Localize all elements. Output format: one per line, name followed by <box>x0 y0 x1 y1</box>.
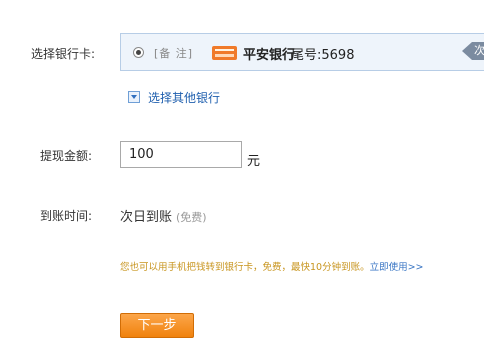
arrival-fee-note: (免费) <box>176 211 207 224</box>
next-tag[interactable]: 次 <box>462 42 484 60</box>
card-tail-number: 5698 <box>321 48 355 63</box>
bank-name: 平安银行 <box>243 48 296 63</box>
arrival-time-value: 次日到账 <box>120 210 173 225</box>
card-tail: 尾号:5698 <box>291 44 354 63</box>
mobile-transfer-tip-text: 您也可以用手机把钱转到银行卡，免费，最快10分钟到账。 <box>120 262 370 273</box>
chevron-down-icon[interactable] <box>128 91 140 103</box>
use-now-link[interactable]: 立即使用>> <box>370 262 424 273</box>
choose-other-bank-link[interactable]: 选择其他银行 <box>128 89 220 105</box>
bank-card-label: 选择银行卡: <box>31 47 96 61</box>
amount-unit: 元 <box>247 154 261 169</box>
amount-label: 提现金额: <box>40 149 93 163</box>
card-remark[interactable]: [备 注] <box>154 45 193 61</box>
bank-card-radio[interactable] <box>133 47 144 58</box>
amount-input[interactable]: 100 <box>120 141 242 168</box>
ping-an-bank-logo-icon <box>212 46 237 60</box>
card-tail-label: 尾号: <box>291 48 322 63</box>
arrival-time-label: 到账时间: <box>40 209 93 223</box>
mobile-transfer-tip: 您也可以用手机把钱转到银行卡，免费，最快10分钟到账。立即使用>> <box>120 259 424 273</box>
next-step-button[interactable]: 下一步 <box>120 313 194 338</box>
choose-other-bank-label[interactable]: 选择其他银行 <box>148 89 220 106</box>
bank-card-option[interactable]: [备 注] 平安银行 尾号:5698 次 <box>120 33 484 71</box>
arrival-time: 次日到账 (免费) <box>120 206 207 225</box>
